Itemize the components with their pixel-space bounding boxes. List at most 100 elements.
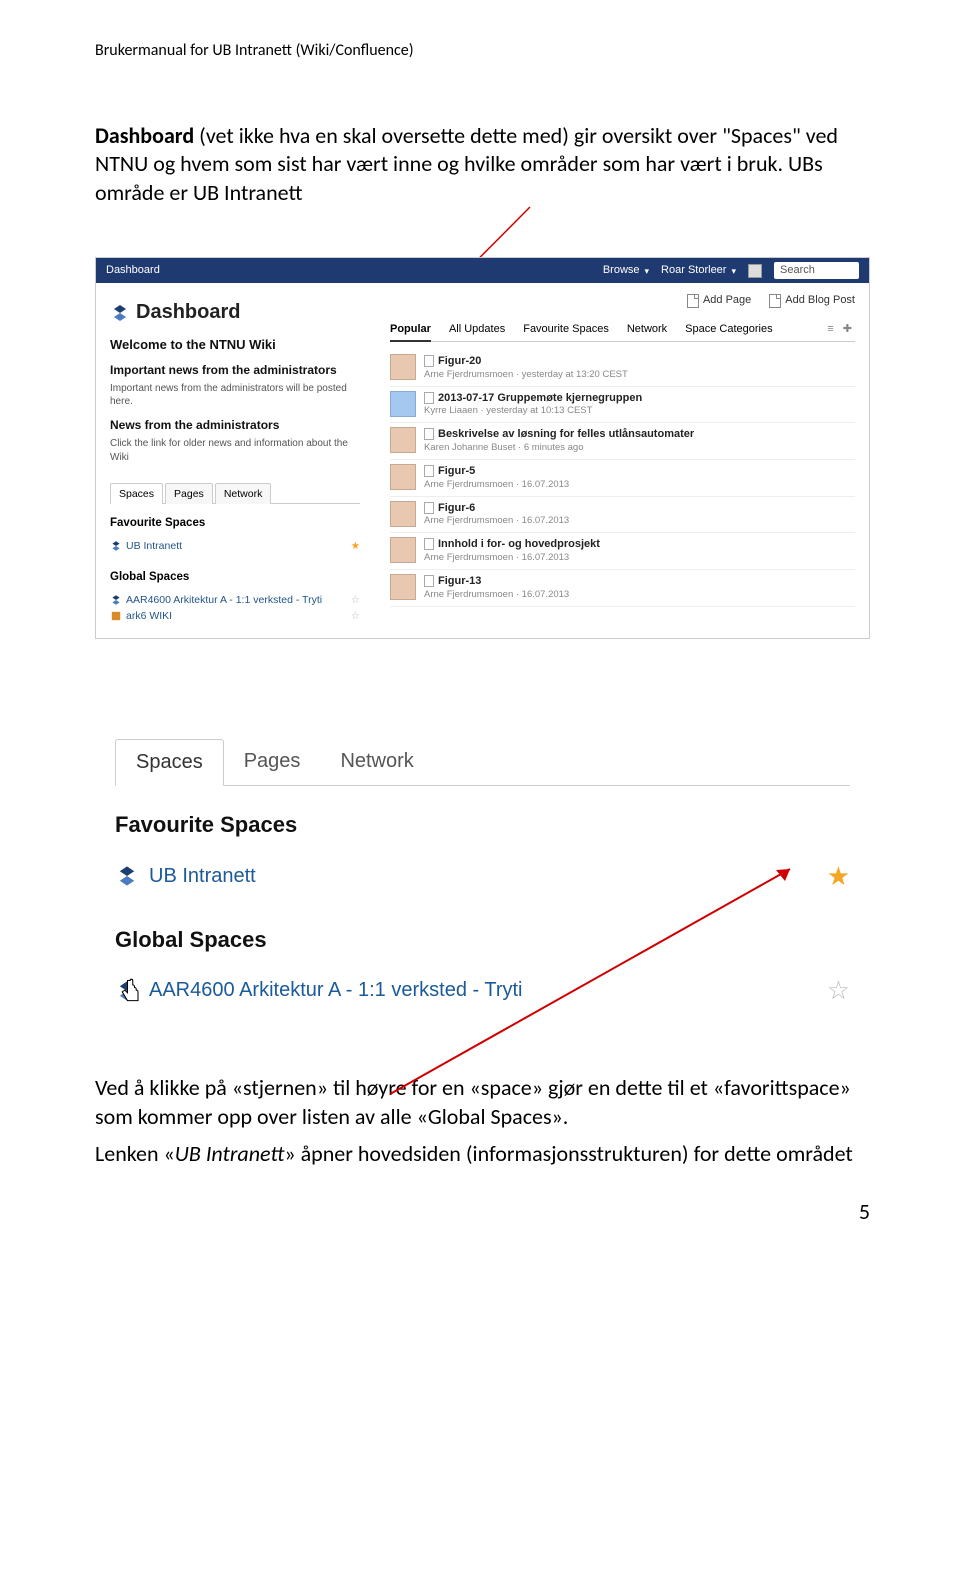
zoom-fav-link[interactable]: UB Intranett bbox=[149, 863, 256, 890]
global-space-link[interactable]: ark6 WIKI bbox=[126, 609, 172, 623]
confluence-logo-icon bbox=[110, 303, 130, 323]
space-logo-icon bbox=[110, 540, 122, 552]
zoom-global-row[interactable]: AAR4600 Arkitektur A - 1:1 verksted - Tr… bbox=[115, 968, 850, 1013]
avatar bbox=[390, 427, 416, 453]
user-icon bbox=[748, 264, 762, 278]
topbar-search[interactable]: Search bbox=[774, 262, 859, 279]
screenshot-zoom: Spaces Pages Network Favourite Spaces UB… bbox=[95, 729, 870, 1034]
star-icon-empty[interactable]: ☆ bbox=[827, 973, 850, 1008]
topbar-user[interactable]: Roar Storleer bbox=[661, 263, 736, 278]
feed-list: Figur-20Arne Fjerdrumsmoen · yesterday a… bbox=[390, 350, 855, 607]
page-actions: Add Page Add Blog Post bbox=[390, 293, 855, 308]
page-icon bbox=[424, 575, 434, 587]
zoom-fav-row[interactable]: UB Intranett ★ bbox=[115, 854, 850, 899]
zoom-global-link[interactable]: AAR4600 Arkitektur A - 1:1 verksted - Tr… bbox=[149, 977, 523, 1004]
feed-row[interactable]: Figur-6Arne Fjerdrumsmoen · 16.07.2013 bbox=[390, 497, 855, 534]
feed-text: 2013-07-17 Gruppemøte kjernegruppenKyrre… bbox=[424, 391, 642, 419]
search-input[interactable]: Search bbox=[774, 262, 859, 279]
feed-row[interactable]: 2013-07-17 Gruppemøte kjernegruppenKyrre… bbox=[390, 387, 855, 424]
feed-meta: Karen Johanne Buset · 6 minutes ago bbox=[424, 442, 694, 455]
add-blog-button[interactable]: Add Blog Post bbox=[769, 293, 855, 308]
avatar bbox=[390, 391, 416, 417]
outro-p2: Lenken «UB Intranett» åpner hovedsiden (… bbox=[95, 1139, 870, 1168]
tab-all-updates[interactable]: All Updates bbox=[449, 322, 505, 337]
avatar bbox=[390, 574, 416, 600]
star-icon-filled[interactable]: ★ bbox=[827, 859, 850, 894]
favourite-space-link[interactable]: UB Intranett bbox=[126, 539, 182, 553]
feed-text: Figur-13Arne Fjerdrumsmoen · 16.07.2013 bbox=[424, 574, 569, 602]
dashboard-title: Dashboard bbox=[110, 299, 360, 326]
feed-title: Innhold i for- og hovedprosjekt bbox=[424, 537, 600, 552]
feed-meta: Arne Fjerdrumsmoen · 16.07.2013 bbox=[424, 479, 569, 492]
feed-row[interactable]: Figur-13Arne Fjerdrumsmoen · 16.07.2013 bbox=[390, 570, 855, 607]
page-icon bbox=[424, 428, 434, 440]
feed-row[interactable]: Figur-20Arne Fjerdrumsmoen · yesterday a… bbox=[390, 350, 855, 387]
feed-meta: Kyrre Liaaen · yesterday at 10:13 CEST bbox=[424, 405, 642, 418]
screenshot-zoom-wrap: Spaces Pages Network Favourite Spaces UB… bbox=[95, 729, 870, 1034]
feed-text: Figur-6Arne Fjerdrumsmoen · 16.07.2013 bbox=[424, 501, 569, 529]
page-icon bbox=[687, 294, 699, 308]
star-icon-empty[interactable]: ☆ bbox=[351, 593, 360, 607]
feed-text: Figur-20Arne Fjerdrumsmoen · yesterday a… bbox=[424, 354, 628, 382]
ztab-spaces[interactable]: Spaces bbox=[115, 739, 224, 786]
cursor-hand-icon bbox=[115, 977, 145, 1005]
news-body: Click the link for older news and inform… bbox=[110, 437, 360, 464]
favourite-spaces-heading: Favourite Spaces bbox=[110, 516, 360, 532]
space-logo-icon bbox=[115, 864, 139, 888]
page-icon bbox=[424, 392, 434, 404]
zoom-fav-heading: Favourite Spaces bbox=[115, 810, 850, 840]
topbar-browse[interactable]: Browse bbox=[603, 263, 649, 278]
feed-meta: Arne Fjerdrumsmoen · 16.07.2013 bbox=[424, 515, 569, 528]
outro-p1: Ved å klikke på «stjernen» til høyre for… bbox=[95, 1073, 870, 1131]
tab-spaces[interactable]: Spaces bbox=[110, 483, 163, 504]
outro-paragraph-1: Ved å klikke på «stjernen» til høyre for… bbox=[95, 1073, 870, 1168]
topbar-user-avatar[interactable] bbox=[748, 264, 762, 278]
page-icon bbox=[424, 465, 434, 477]
feed-row[interactable]: Figur-5Arne Fjerdrumsmoen · 16.07.2013 bbox=[390, 460, 855, 497]
global-space-row[interactable]: ark6 WIKI ☆ bbox=[110, 608, 360, 624]
space-logo-icon bbox=[110, 610, 122, 622]
tab-network[interactable]: Network bbox=[627, 322, 667, 337]
tab-network[interactable]: Network bbox=[215, 483, 272, 504]
important-news-body: Important news from the administrators w… bbox=[110, 382, 360, 409]
feed-meta: Arne Fjerdrumsmoen · 16.07.2013 bbox=[424, 589, 569, 602]
topbar-dashboard[interactable]: Dashboard bbox=[106, 263, 591, 278]
tab-space-categories[interactable]: Space Categories bbox=[685, 322, 772, 337]
tab-popular[interactable]: Popular bbox=[390, 322, 431, 342]
tab-favourite-spaces[interactable]: Favourite Spaces bbox=[523, 322, 609, 337]
feed-title: Figur-20 bbox=[424, 354, 628, 369]
app-topbar: Dashboard Browse Roar Storleer Search bbox=[96, 258, 869, 283]
global-space-row[interactable]: AAR4600 Arkitektur A - 1:1 verksted - Tr… bbox=[110, 592, 360, 608]
screenshot-dashboard: Dashboard Browse Roar Storleer Search Da… bbox=[95, 257, 870, 638]
left-column: Dashboard Welcome to the NTNU Wiki Impor… bbox=[110, 293, 360, 624]
page-number: 5 bbox=[95, 1197, 870, 1227]
feed-row[interactable]: Innhold i for- og hovedprosjektArne Fjer… bbox=[390, 533, 855, 570]
intro-bold: Dashboard bbox=[95, 122, 194, 149]
page-icon bbox=[424, 538, 434, 550]
add-page-button[interactable]: Add Page bbox=[687, 293, 751, 308]
screenshot-dashboard-wrap: Dashboard Browse Roar Storleer Search Da… bbox=[95, 257, 870, 638]
feed-tabs: Popular All Updates Favourite Spaces Net… bbox=[390, 322, 855, 342]
avatar bbox=[390, 464, 416, 490]
outro-link-name: UB Intranett bbox=[175, 1140, 285, 1167]
dashboard-body: Dashboard Welcome to the NTNU Wiki Impor… bbox=[96, 283, 869, 638]
feed-row[interactable]: Beskrivelse av løsning for felles utlåns… bbox=[390, 423, 855, 460]
global-space-link[interactable]: AAR4600 Arkitektur A - 1:1 verksted - Tr… bbox=[126, 593, 322, 607]
tab-pages[interactable]: Pages bbox=[165, 483, 213, 504]
feed-title: Figur-5 bbox=[424, 464, 569, 479]
star-icon-empty[interactable]: ☆ bbox=[351, 609, 360, 623]
feed-text: Innhold i for- og hovedprosjektArne Fjer… bbox=[424, 537, 600, 565]
star-icon-filled[interactable]: ★ bbox=[351, 539, 360, 553]
important-news-heading: Important news from the administrators bbox=[110, 362, 360, 378]
feed-settings-icons[interactable]: ≡ ✚ bbox=[827, 322, 855, 337]
feed-text: Beskrivelse av løsning for felles utlåns… bbox=[424, 427, 694, 455]
feed-title: Beskrivelse av løsning for felles utlåns… bbox=[424, 427, 694, 442]
favourite-space-row[interactable]: UB Intranett ★ bbox=[110, 538, 360, 554]
ztab-pages[interactable]: Pages bbox=[224, 739, 321, 785]
ztab-network[interactable]: Network bbox=[320, 739, 433, 785]
feed-meta: Arne Fjerdrumsmoen · 16.07.2013 bbox=[424, 552, 600, 565]
page-icon bbox=[424, 355, 434, 367]
dashboard-title-text: Dashboard bbox=[136, 299, 240, 326]
feed-text: Figur-5Arne Fjerdrumsmoen · 16.07.2013 bbox=[424, 464, 569, 492]
avatar bbox=[390, 537, 416, 563]
